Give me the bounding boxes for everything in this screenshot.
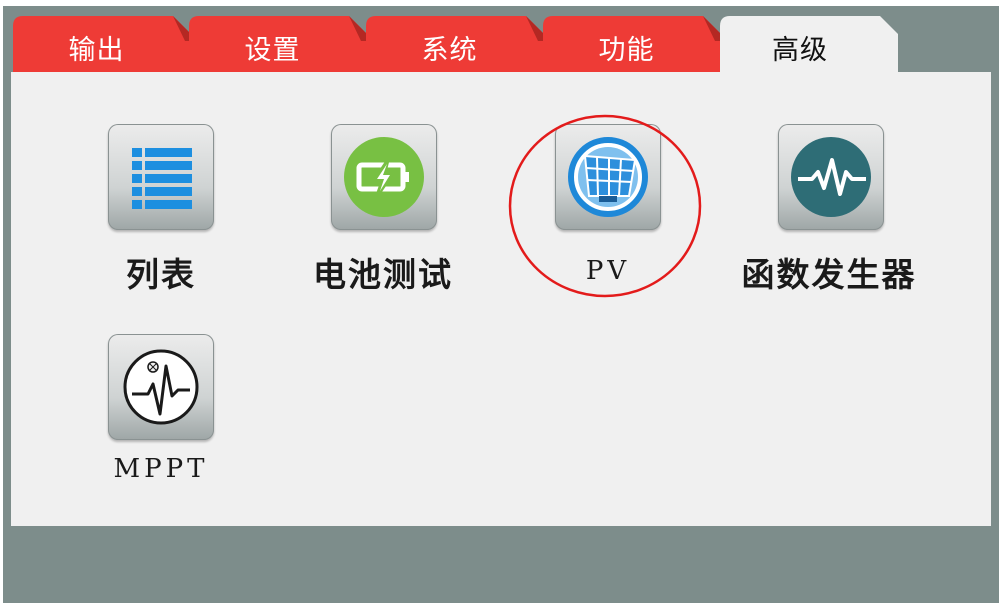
mppt-icon [108, 334, 214, 440]
battery-charging-icon [331, 124, 437, 230]
app-function-generator[interactable]: 函数发生器 [742, 124, 915, 294]
tab-advanced[interactable]: 高级 [720, 16, 898, 78]
tab-function[interactable]: 功能 [543, 16, 728, 78]
list-icon [108, 124, 214, 230]
tab-output[interactable]: 输出 [13, 16, 198, 78]
tab-function-label: 功能 [598, 34, 655, 66]
solar-panel-icon [555, 124, 661, 230]
app-function-generator-label: 函数发生器 [741, 255, 917, 294]
app-pv-label: PV [585, 256, 631, 286]
tab-settings[interactable]: 设置 [189, 16, 374, 78]
app-battery-test[interactable]: 电池测试 [313, 124, 451, 294]
tab-advanced-label: 高级 [772, 34, 828, 66]
app-pv[interactable]: PV [555, 124, 675, 294]
device-screen: 输出 设置 系统 功能 高级 列表 电池测试 PV 函数发生器 MPPT [3, 6, 999, 603]
advanced-panel: 列表 电池测试 PV 函数发生器 MPPT [11, 72, 991, 526]
tab-system-label: 系统 [421, 34, 478, 66]
tab-settings-label: 设置 [244, 34, 301, 66]
app-list[interactable]: 列表 [108, 124, 228, 294]
app-mppt-label: MPPT [113, 454, 209, 484]
app-list-label: 列表 [126, 255, 196, 294]
app-battery-test-label: 电池测试 [313, 255, 453, 294]
tab-system[interactable]: 系统 [366, 16, 551, 78]
app-mppt[interactable]: MPPT [108, 334, 228, 494]
tab-output-label: 输出 [68, 34, 125, 66]
waveform-icon [778, 124, 884, 230]
